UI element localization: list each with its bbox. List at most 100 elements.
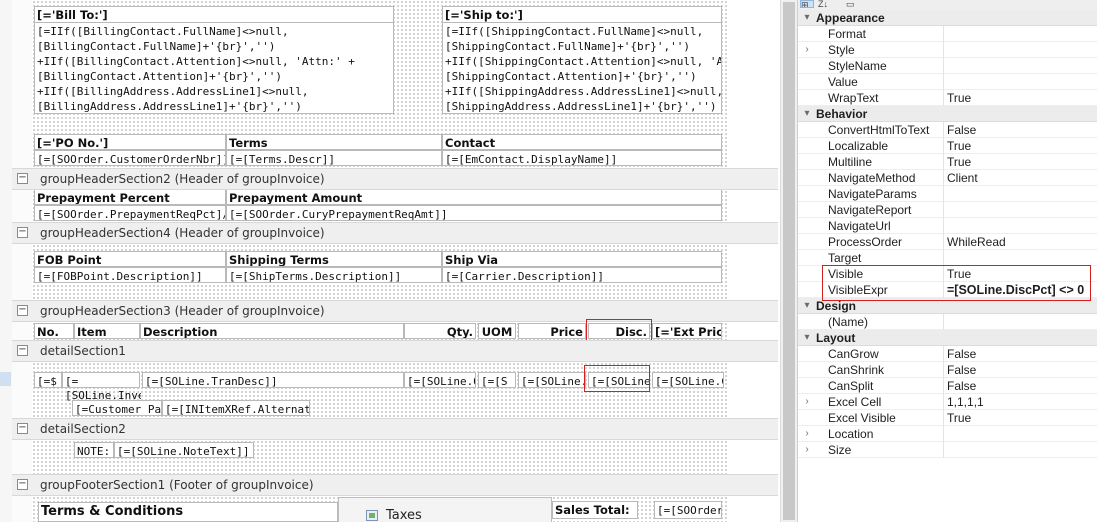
uom-field[interactable]: [=[S [478, 372, 516, 388]
section-header-group-header-2[interactable]: − groupHeaderSection2 (Header of groupIn… [12, 168, 778, 190]
band-group-header-3[interactable]: No. Item Description Qty. UOM Price Disc… [32, 322, 728, 340]
price-field[interactable]: [=[SOLine. [518, 372, 586, 388]
property-grid[interactable]: ⊞ Z↓ ▭ ▾ Appearance Format › Style StyleName V… [797, 0, 1097, 522]
property-row[interactable]: CanGrow False [798, 346, 1097, 362]
property-row[interactable]: › Location [798, 426, 1097, 442]
property-row[interactable]: WrapText True [798, 90, 1097, 106]
taxes-subreport[interactable]: Taxes [338, 497, 552, 522]
property-value[interactable]: False [947, 122, 1095, 138]
property-category[interactable]: ▾ Appearance [798, 10, 1097, 26]
band-group-header-4[interactable]: FOB Point Shipping Terms Ship Via [=[FOB… [32, 244, 728, 300]
collapse-icon[interactable]: − [17, 173, 28, 184]
collapse-icon[interactable]: − [17, 479, 28, 490]
shipping-terms-field[interactable]: [=[ShipTerms.Description]] [226, 267, 442, 283]
property-row[interactable]: CanSplit False [798, 378, 1097, 394]
property-row[interactable]: VisibleExpr =[SOLine.DiscPct] <> 0 [798, 282, 1097, 298]
fob-point-field[interactable]: [=[FOBPoint.Description]] [34, 267, 226, 283]
note-label[interactable]: NOTE: [74, 442, 114, 458]
expand-arrow-icon[interactable]: › [802, 394, 812, 410]
property-row[interactable]: StyleName [798, 58, 1097, 74]
property-row[interactable]: Visible True [798, 266, 1097, 282]
fob-point-header[interactable]: FOB Point [34, 251, 226, 267]
band-group-header-2[interactable]: Prepayment Percent Prepayment Amount [=[… [32, 190, 728, 222]
ship-via-header[interactable]: Ship Via [442, 251, 722, 267]
column-header-no[interactable]: No. [34, 323, 74, 339]
property-row[interactable]: › Excel Cell 1,1,1,1 [798, 394, 1097, 410]
property-value[interactable]: True [947, 266, 1095, 282]
property-row[interactable]: Multiline True [798, 154, 1097, 170]
bill-to-title[interactable]: [='Bill To:'] [34, 6, 394, 23]
collapse-arrow-icon[interactable]: ▾ [802, 330, 812, 346]
collapse-icon[interactable]: − [17, 227, 28, 238]
ext-price-field[interactable]: [=[SOLine.Cur [652, 372, 724, 388]
sales-total-field[interactable]: [=[SOOrder. [654, 501, 722, 519]
section-header-detail-1[interactable]: − detailSection1 [12, 340, 778, 362]
prepayment-amount-header[interactable]: Prepayment Amount [226, 190, 722, 205]
property-row[interactable]: ProcessOrder WhileRead [798, 234, 1097, 250]
alphabetical-icon[interactable]: Z↓ [818, 0, 834, 8]
section-header-group-footer-1[interactable]: − groupFooterSection1 (Footer of groupIn… [12, 474, 778, 496]
collapse-arrow-icon[interactable]: ▾ [802, 10, 812, 26]
designer-vertical-scrollbar[interactable] [780, 0, 797, 522]
collapse-arrow-icon[interactable]: ▾ [802, 106, 812, 122]
section-header-detail-2[interactable]: − detailSection2 [12, 418, 778, 440]
property-row[interactable]: › Size [798, 442, 1097, 458]
prepayment-amount-field[interactable]: [=[SOOrder.CuryPrepaymentReqAmt]] [226, 205, 722, 221]
ship-via-field[interactable]: [=[Carrier.Description]] [442, 267, 722, 283]
property-category[interactable]: ▾ Layout [798, 330, 1097, 346]
shipping-terms-header[interactable]: Shipping Terms [226, 251, 442, 267]
column-header-disc[interactable]: Disc. [588, 323, 650, 339]
expand-arrow-icon[interactable]: › [802, 426, 812, 442]
quantity-field[interactable]: [=[SOLine.Or [404, 372, 476, 388]
property-value[interactable]: True [947, 90, 1095, 106]
property-row[interactable]: (Name) [798, 314, 1097, 330]
property-pages-icon[interactable]: ▭ [846, 0, 860, 8]
note-text-field[interactable]: [=[SOLine.NoteText]] [114, 442, 254, 458]
property-value[interactable]: 1,1,1,1 [947, 394, 1095, 410]
contact-header[interactable]: Contact [442, 134, 722, 150]
contact-field[interactable]: [=[EmContact.DisplayName]] [442, 150, 722, 166]
categorized-icon[interactable]: ⊞ [800, 0, 814, 8]
property-value[interactable]: False [947, 346, 1095, 362]
collapse-arrow-icon[interactable]: ▾ [802, 298, 812, 314]
scrollbar-thumb[interactable] [783, 2, 795, 520]
property-value[interactable]: True [947, 410, 1095, 426]
band-detail-1[interactable]: [=$ [= [SOLine.Invent [=[SOLine.TranDesc… [32, 362, 728, 418]
section-header-group-header-4[interactable]: − groupHeaderSection4 (Header of groupIn… [12, 222, 778, 244]
ship-to-title[interactable]: [='Ship to:'] [442, 6, 722, 23]
prepayment-percent-field[interactable]: [=[SOOrder.PrepaymentReqPct]/100. [34, 205, 226, 221]
column-header-item[interactable]: Item [74, 323, 140, 339]
disc-field[interactable]: [=[SOLine [588, 372, 650, 388]
property-value[interactable]: =[SOLine.DiscPct] <> 0 [947, 282, 1095, 298]
column-header-description[interactable]: Description [140, 323, 404, 339]
prepayment-percent-header[interactable]: Prepayment Percent [34, 190, 226, 205]
collapse-icon[interactable]: − [17, 305, 28, 316]
property-row[interactable]: ConvertHtmlToText False [798, 122, 1097, 138]
property-row[interactable]: Localizable True [798, 138, 1097, 154]
collapse-icon[interactable]: − [17, 423, 28, 434]
property-row[interactable]: › Style [798, 42, 1097, 58]
property-value[interactable]: Client [947, 170, 1095, 186]
column-header-ext-price[interactable]: [='Ext Price [652, 323, 722, 339]
property-value[interactable]: True [947, 138, 1095, 154]
property-row[interactable]: NavigateMethod Client [798, 170, 1097, 186]
property-row[interactable]: NavigateUrl [798, 218, 1097, 234]
customer-part-field[interactable]: [=Customer Par [72, 400, 162, 416]
sales-total-label[interactable]: Sales Total: [552, 501, 638, 519]
property-row[interactable]: Value [798, 74, 1097, 90]
alternate-id-field[interactable]: [=[INItemXRef.AlternateID]] [162, 400, 310, 416]
property-row[interactable]: Target [798, 250, 1097, 266]
po-number-field[interactable]: [=[SOOrder.CustomerOrderNbr]] [34, 150, 226, 166]
expand-arrow-icon[interactable]: › [802, 442, 812, 458]
expand-arrow-icon[interactable]: › [802, 42, 812, 58]
property-row[interactable]: NavigateReport [798, 202, 1097, 218]
property-category[interactable]: ▾ Behavior [798, 106, 1097, 122]
property-row[interactable]: CanShrink False [798, 362, 1097, 378]
band-page-header[interactable]: [='Bill To:'] [=IIf([BillingContact.Full… [32, 0, 728, 168]
po-number-header[interactable]: [='PO No.'] [34, 134, 226, 150]
bill-to-expression[interactable]: [=IIf([BillingContact.FullName]<>null, [… [34, 22, 394, 114]
terms-field[interactable]: [=[Terms.Descr]] [226, 150, 442, 166]
terms-header[interactable]: Terms [226, 134, 442, 150]
property-value[interactable]: False [947, 378, 1095, 394]
property-row[interactable]: Excel Visible True [798, 410, 1097, 426]
